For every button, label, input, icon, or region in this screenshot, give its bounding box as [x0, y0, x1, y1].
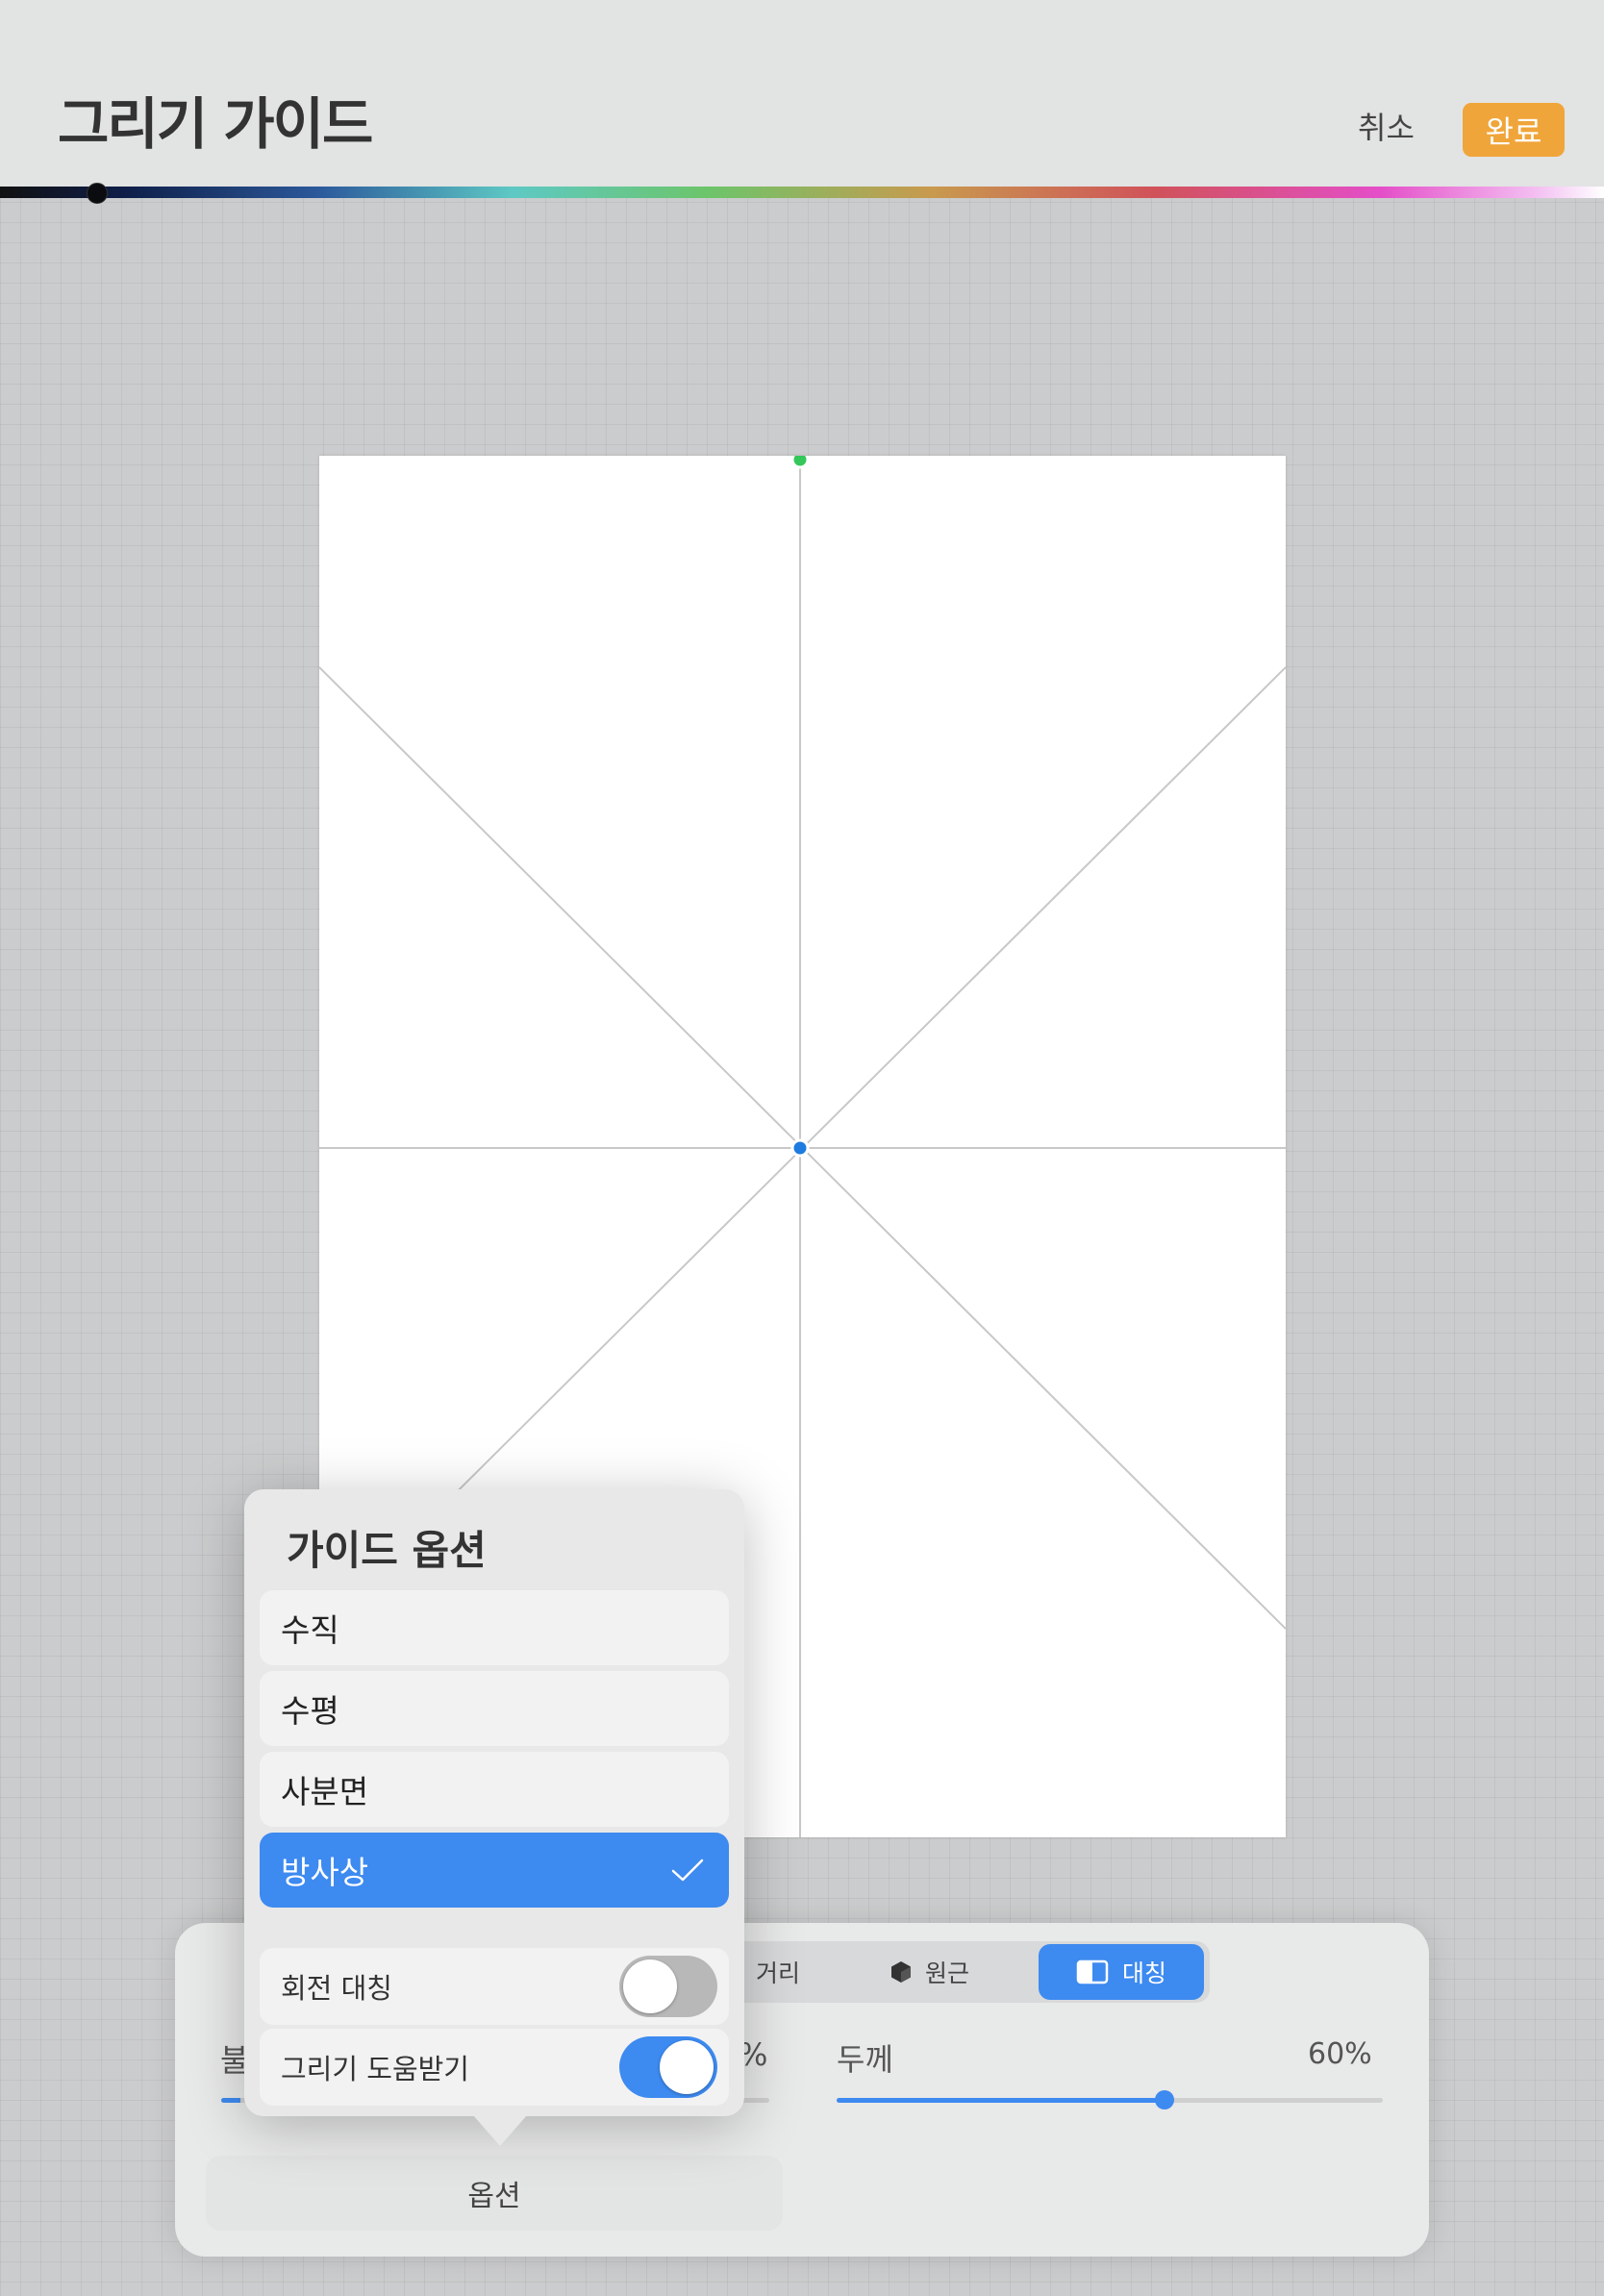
option-label: 사분면 [281, 1773, 369, 1810]
toggle-knob [623, 1959, 677, 2013]
thickness-slider-knob[interactable] [1155, 2090, 1174, 2109]
drawing-assist-row: 그리기 도움받기 [260, 2029, 729, 2106]
guide-type-segmented-control: 거리 원근 대칭 [714, 1941, 1210, 2003]
center-handle[interactable] [790, 1138, 810, 1158]
rotation-handle[interactable] [790, 456, 810, 469]
thickness-slider[interactable] [837, 2090, 1383, 2109]
guide-color-slider[interactable] [0, 187, 1604, 198]
options-button[interactable]: 옵션 [206, 2156, 783, 2231]
done-button[interactable]: 완료 [1463, 103, 1565, 157]
segment-symmetry[interactable]: 대칭 [1039, 1944, 1204, 2000]
segment-distance-label: 거리 [755, 1959, 800, 1987]
page-title: 그리기 가이드 [58, 91, 373, 157]
thickness-label: 두께 [837, 2041, 893, 2078]
option-vertical[interactable]: 수직 [260, 1590, 729, 1665]
guide-options-popover: 가이드 옵션 수직 수평 사분면 방사상 회전 대칭 그리기 도움받기 [244, 1489, 744, 2116]
option-horizontal[interactable]: 수평 [260, 1671, 729, 1746]
drawing-assist-toggle[interactable] [619, 2036, 717, 2098]
segment-symmetry-label: 대칭 [1121, 1959, 1166, 1987]
option-label: 방사상 [281, 1854, 369, 1891]
color-slider-knob[interactable] [87, 183, 108, 204]
option-label: 수평 [281, 1692, 339, 1730]
rotational-symmetry-toggle[interactable] [619, 1956, 717, 2017]
thickness-value: 60% [1308, 2037, 1372, 2071]
toggle-label: 회전 대칭 [281, 1972, 392, 2005]
checkmark-icon [671, 1859, 704, 1882]
top-bar: 그리기 가이드 취소 완료 [0, 0, 1604, 189]
thickness-slider-fill [837, 2098, 1165, 2103]
option-label: 수직 [281, 1611, 339, 1649]
symmetry-icon [1076, 1959, 1109, 1984]
cancel-button[interactable]: 취소 [1358, 104, 1415, 148]
option-quadrant[interactable]: 사분면 [260, 1752, 729, 1827]
segment-perspective[interactable]: 원근 [858, 1944, 1002, 2000]
toggle-label: 그리기 도움받기 [281, 2053, 469, 2085]
option-radial[interactable]: 방사상 [260, 1833, 729, 1908]
segment-perspective-label: 원근 [924, 1959, 969, 1987]
toggle-knob [660, 2040, 714, 2094]
rotational-symmetry-row: 회전 대칭 [260, 1948, 729, 2025]
cube-icon [890, 1961, 911, 1983]
popover-arrow [473, 2115, 527, 2146]
popover-title: 가이드 옵션 [287, 1527, 487, 1574]
